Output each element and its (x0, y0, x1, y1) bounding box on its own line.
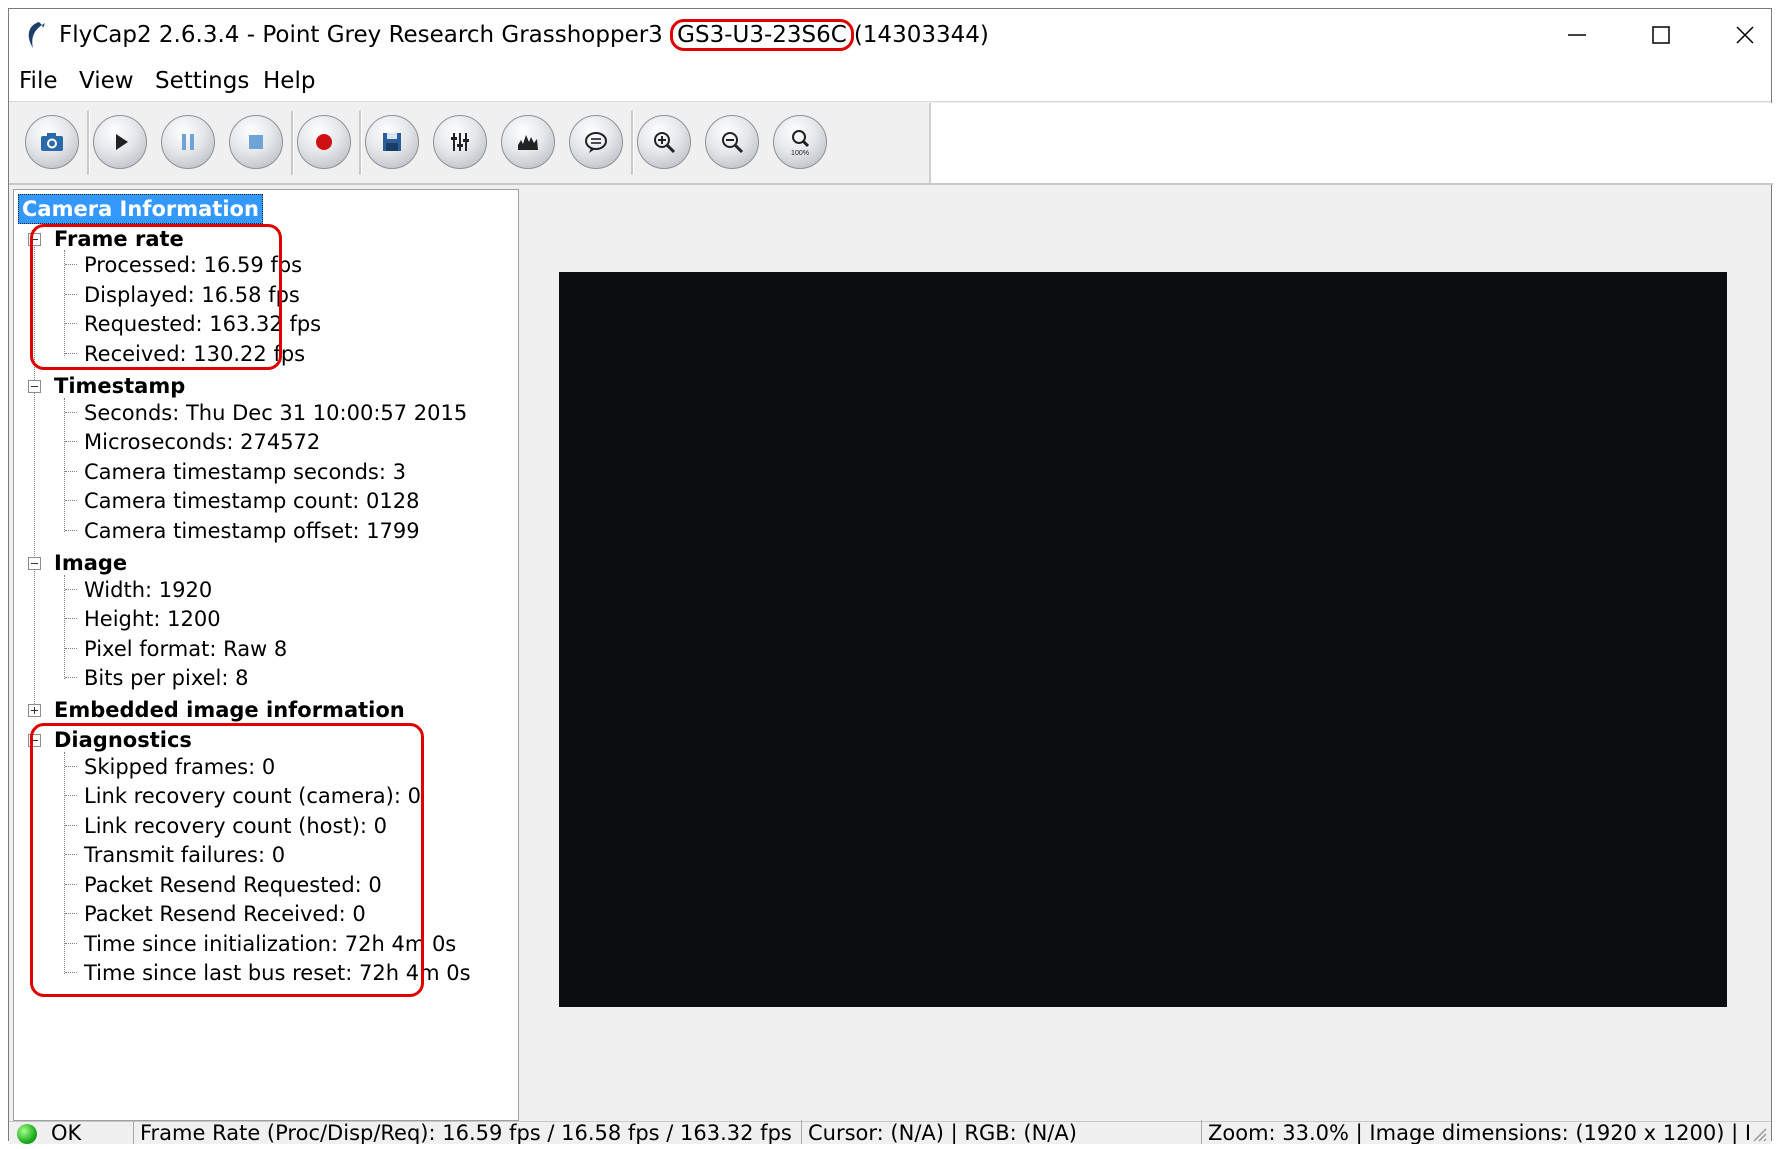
status-frame-rate: Frame Rate (Proc/Disp/Req): 16.59 fps / … (133, 1120, 801, 1144)
close-icon (1736, 26, 1754, 44)
stop-icon (249, 135, 263, 149)
tree-connector (65, 441, 77, 442)
image-group[interactable]: Image (54, 550, 127, 576)
image-view-area (527, 189, 1771, 1121)
camera-timestamp-count[interactable]: Camera timestamp count: 0128 (84, 488, 419, 514)
image-pixel-format[interactable]: Pixel format: Raw 8 (84, 636, 287, 662)
diagnostics-highlight (30, 723, 424, 997)
save-image-button[interactable] (365, 115, 419, 169)
maximize-icon (1652, 26, 1670, 44)
status-ok: OK (51, 1121, 82, 1144)
maximize-button[interactable] (1619, 9, 1703, 61)
image-height[interactable]: Height: 1200 (84, 606, 221, 632)
minimize-button[interactable] (1535, 9, 1619, 61)
camera-timestamp-offset[interactable]: Camera timestamp offset: 1799 (84, 518, 420, 544)
tree-line (64, 575, 65, 679)
flycap-window: FlyCap2 2.6.3.4 - Point Grey Research Gr… (8, 8, 1775, 1144)
zoom-100-button[interactable]: 100% (773, 115, 827, 169)
tree-connector (65, 412, 77, 413)
frame-rate-highlight (30, 224, 282, 370)
window-title: FlyCap2 2.6.3.4 - Point Grey Research Gr… (59, 18, 989, 52)
tree-connector (65, 677, 77, 678)
tree-connector (65, 589, 77, 590)
zoom-in-button[interactable] (637, 115, 691, 169)
camera-icon (41, 133, 63, 151)
histogram-icon (518, 135, 538, 150)
embedded-info-group[interactable]: Embedded image information (54, 697, 405, 723)
title-bar: FlyCap2 2.6.3.4 - Point Grey Research Gr… (9, 9, 1771, 61)
timestamp-expander[interactable] (28, 380, 41, 393)
tree-line (64, 398, 65, 532)
tree-connector (65, 530, 77, 531)
image-expander[interactable] (28, 557, 41, 570)
menu-bar: File View Settings Help (9, 61, 1771, 102)
toolbar: 100% (9, 103, 1775, 185)
image-width[interactable]: Width: 1920 (84, 577, 212, 603)
status-ok-icon (17, 1124, 37, 1144)
save-icon (383, 133, 401, 151)
pause-icon (182, 134, 194, 150)
toolbar-empty-area (929, 103, 1775, 183)
embedded-info-expander[interactable] (28, 704, 41, 717)
zoom-100-icon-label: 100% (791, 150, 809, 157)
minimize-icon (1568, 34, 1586, 36)
pause-button[interactable] (161, 115, 215, 169)
camera-control-icon (451, 133, 469, 151)
camera-image[interactable] (559, 272, 1727, 1007)
toolbar-separator (631, 111, 634, 175)
zoom-out-icon (722, 132, 744, 154)
status-zoom: Zoom: 33.0% | Image dimensions: (1920 x … (1201, 1120, 1749, 1144)
record-button[interactable] (297, 115, 351, 169)
tree-connector (65, 618, 77, 619)
camera-timestamp-seconds[interactable]: Camera timestamp seconds: 3 (84, 459, 406, 485)
stop-button[interactable] (229, 115, 283, 169)
title-model-highlight: GS3-U3-23S6C (670, 19, 854, 51)
resize-grip-icon[interactable] (1751, 1126, 1767, 1142)
menu-file[interactable]: File (19, 67, 58, 95)
play-icon (116, 134, 128, 150)
play-button[interactable] (93, 115, 147, 169)
zoom-100-icon: 100% (791, 130, 810, 157)
tree-connector (65, 500, 77, 501)
camera-control-button[interactable] (433, 115, 487, 169)
title-serial: (14303344) (853, 22, 989, 48)
histogram-button[interactable] (501, 115, 555, 169)
toolbar-separator (87, 111, 90, 175)
status-cursor: Cursor: (N/A) | RGB: (N/A) (801, 1120, 1201, 1144)
menu-settings[interactable]: Settings (155, 67, 249, 95)
status-bar: OK Frame Rate (Proc/Disp/Req): 16.59 fps… (9, 1120, 1771, 1144)
close-button[interactable] (1703, 9, 1780, 61)
start-camera-button[interactable] (25, 115, 79, 169)
app-icon (28, 22, 45, 48)
event-stats-button[interactable] (569, 115, 623, 169)
tree-connector (65, 648, 77, 649)
zoom-out-button[interactable] (705, 115, 759, 169)
timestamp-microseconds[interactable]: Microseconds: 274572 (84, 429, 320, 455)
camera-info-header[interactable]: Camera Information (18, 194, 263, 224)
menu-view[interactable]: View (79, 67, 134, 95)
tree-connector (65, 471, 77, 472)
image-bits-per-pixel[interactable]: Bits per pixel: 8 (84, 665, 248, 691)
timestamp-seconds[interactable]: Seconds: Thu Dec 31 10:00:57 2015 (84, 400, 467, 426)
record-icon (316, 134, 332, 150)
title-prefix: FlyCap2 2.6.3.4 - Point Grey Research Gr… (59, 22, 671, 48)
toolbar-separator (291, 111, 294, 175)
camera-info-panel: Camera Information Frame rate Processed:… (13, 189, 519, 1121)
toolbar-separator (359, 111, 362, 175)
menu-help[interactable]: Help (263, 67, 315, 95)
timestamp-group[interactable]: Timestamp (54, 373, 185, 399)
zoom-in-icon (654, 132, 676, 154)
event-stats-icon (585, 132, 607, 153)
